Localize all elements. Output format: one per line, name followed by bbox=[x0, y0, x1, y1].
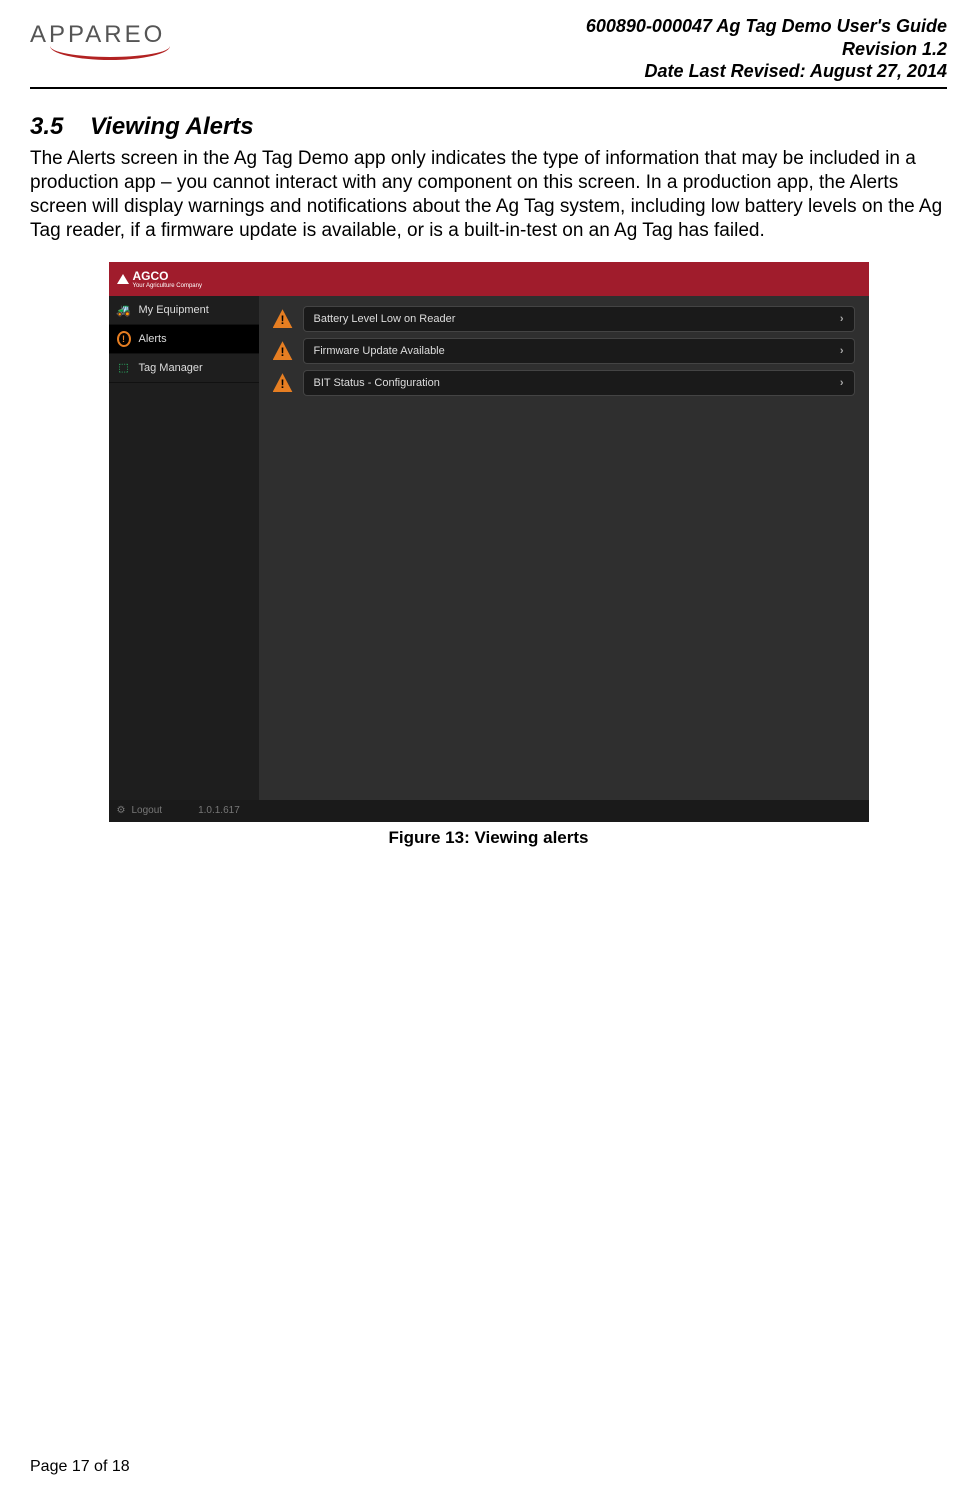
alert-row[interactable]: ! BIT Status - Configuration › bbox=[273, 370, 855, 396]
alert-pill[interactable]: Firmware Update Available › bbox=[303, 338, 855, 364]
version-text: 1.0.1.617 bbox=[198, 805, 240, 816]
sidebar-item-label: Alerts bbox=[139, 333, 167, 345]
page-header: APPAREO 600890-000047 Ag Tag Demo User's… bbox=[30, 15, 947, 89]
agco-tagline: Your Agriculture Company bbox=[133, 283, 202, 289]
header-meta: 600890-000047 Ag Tag Demo User's Guide R… bbox=[586, 15, 947, 83]
sidebar-item-alerts[interactable]: ! Alerts bbox=[109, 325, 259, 354]
alert-circle-icon: ! bbox=[117, 332, 131, 346]
alert-label: Battery Level Low on Reader bbox=[314, 313, 456, 325]
agco-brand-text: AGCO bbox=[133, 269, 169, 283]
doc-title: 600890-000047 Ag Tag Demo User's Guide bbox=[586, 15, 947, 38]
alerts-panel: ! Battery Level Low on Reader › ! Firmwa… bbox=[259, 296, 869, 800]
alert-row[interactable]: ! Firmware Update Available › bbox=[273, 338, 855, 364]
section-title: Viewing Alerts bbox=[90, 113, 254, 140]
alert-row[interactable]: ! Battery Level Low on Reader › bbox=[273, 306, 855, 332]
section-body: The Alerts screen in the Ag Tag Demo app… bbox=[30, 147, 947, 244]
section-number: 3.5 bbox=[30, 113, 63, 140]
sidebar-item-label: My Equipment bbox=[139, 304, 209, 316]
agco-triangle-icon bbox=[117, 274, 129, 284]
sidebar-item-tag-manager[interactable]: ⬚ Tag Manager bbox=[109, 354, 259, 383]
page-number: Page 17 of 18 bbox=[30, 1458, 130, 1476]
alert-label: BIT Status - Configuration bbox=[314, 377, 440, 389]
figure-caption: Figure 13: Viewing alerts bbox=[30, 828, 947, 848]
warning-triangle-icon: ! bbox=[273, 373, 293, 392]
chevron-right-icon: › bbox=[840, 377, 844, 389]
alert-pill[interactable]: BIT Status - Configuration › bbox=[303, 370, 855, 396]
app-header-bar: AGCO Your Agriculture Company bbox=[109, 262, 869, 296]
logo-arc bbox=[50, 43, 170, 60]
warning-triangle-icon: ! bbox=[273, 341, 293, 360]
app-footer: ⚙ Logout 1.0.1.617 bbox=[109, 800, 869, 822]
sidebar-item-label: Tag Manager bbox=[139, 362, 203, 374]
logout-link[interactable]: Logout bbox=[131, 805, 162, 816]
tractor-icon: 🚜 bbox=[117, 303, 131, 317]
alert-pill[interactable]: Battery Level Low on Reader › bbox=[303, 306, 855, 332]
alert-label: Firmware Update Available bbox=[314, 345, 445, 357]
appareo-logo: APPAREO bbox=[30, 15, 165, 49]
app-body: 🚜 My Equipment ! Alerts ⬚ Tag Manager ! … bbox=[109, 296, 869, 800]
app-screenshot: AGCO Your Agriculture Company 🚜 My Equip… bbox=[109, 262, 869, 822]
doc-date: Date Last Revised: August 27, 2014 bbox=[586, 60, 947, 83]
tag-icon: ⬚ bbox=[117, 361, 131, 375]
doc-revision: Revision 1.2 bbox=[586, 38, 947, 61]
warning-triangle-icon: ! bbox=[273, 309, 293, 328]
sidebar-item-my-equipment[interactable]: 🚜 My Equipment bbox=[109, 296, 259, 325]
chevron-right-icon: › bbox=[840, 313, 844, 325]
agco-logo: AGCO Your Agriculture Company bbox=[117, 269, 202, 289]
gear-icon[interactable]: ⚙ bbox=[117, 805, 126, 816]
section-heading: 3.5 Viewing Alerts bbox=[30, 113, 947, 141]
chevron-right-icon: › bbox=[840, 345, 844, 357]
sidebar: 🚜 My Equipment ! Alerts ⬚ Tag Manager bbox=[109, 296, 259, 800]
